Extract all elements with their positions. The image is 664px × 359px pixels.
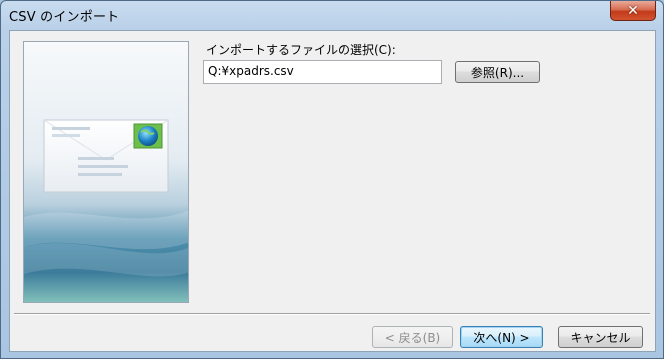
window-title: CSV のインポート — [9, 10, 120, 25]
browse-button[interactable]: 参照(R)... — [455, 61, 540, 83]
file-path-input[interactable]: Q:¥xpadrs.csv — [203, 60, 442, 84]
wizard-banner-icon — [24, 42, 188, 302]
envelope-globe-illustration — [23, 41, 189, 303]
dialog-window: CSV のインポート ✕ インポートするファイルの選択(C): Q:¥xpadr… — [0, 0, 664, 359]
title-bar[interactable]: CSV のインポート ✕ — [1, 1, 663, 29]
back-button[interactable]: < 戻る(B) — [372, 326, 453, 348]
next-button[interactable]: 次へ(N) > — [460, 326, 543, 348]
footer-separator — [14, 313, 650, 315]
file-select-label: インポートするファイルの選択(C): — [206, 43, 396, 57]
close-icon: ✕ — [627, 2, 639, 19]
close-button[interactable]: ✕ — [610, 1, 656, 21]
cancel-button[interactable]: キャンセル — [558, 326, 643, 348]
dialog-client-area: インポートするファイルの選択(C): Q:¥xpadrs.csv 参照(R)..… — [9, 30, 656, 352]
